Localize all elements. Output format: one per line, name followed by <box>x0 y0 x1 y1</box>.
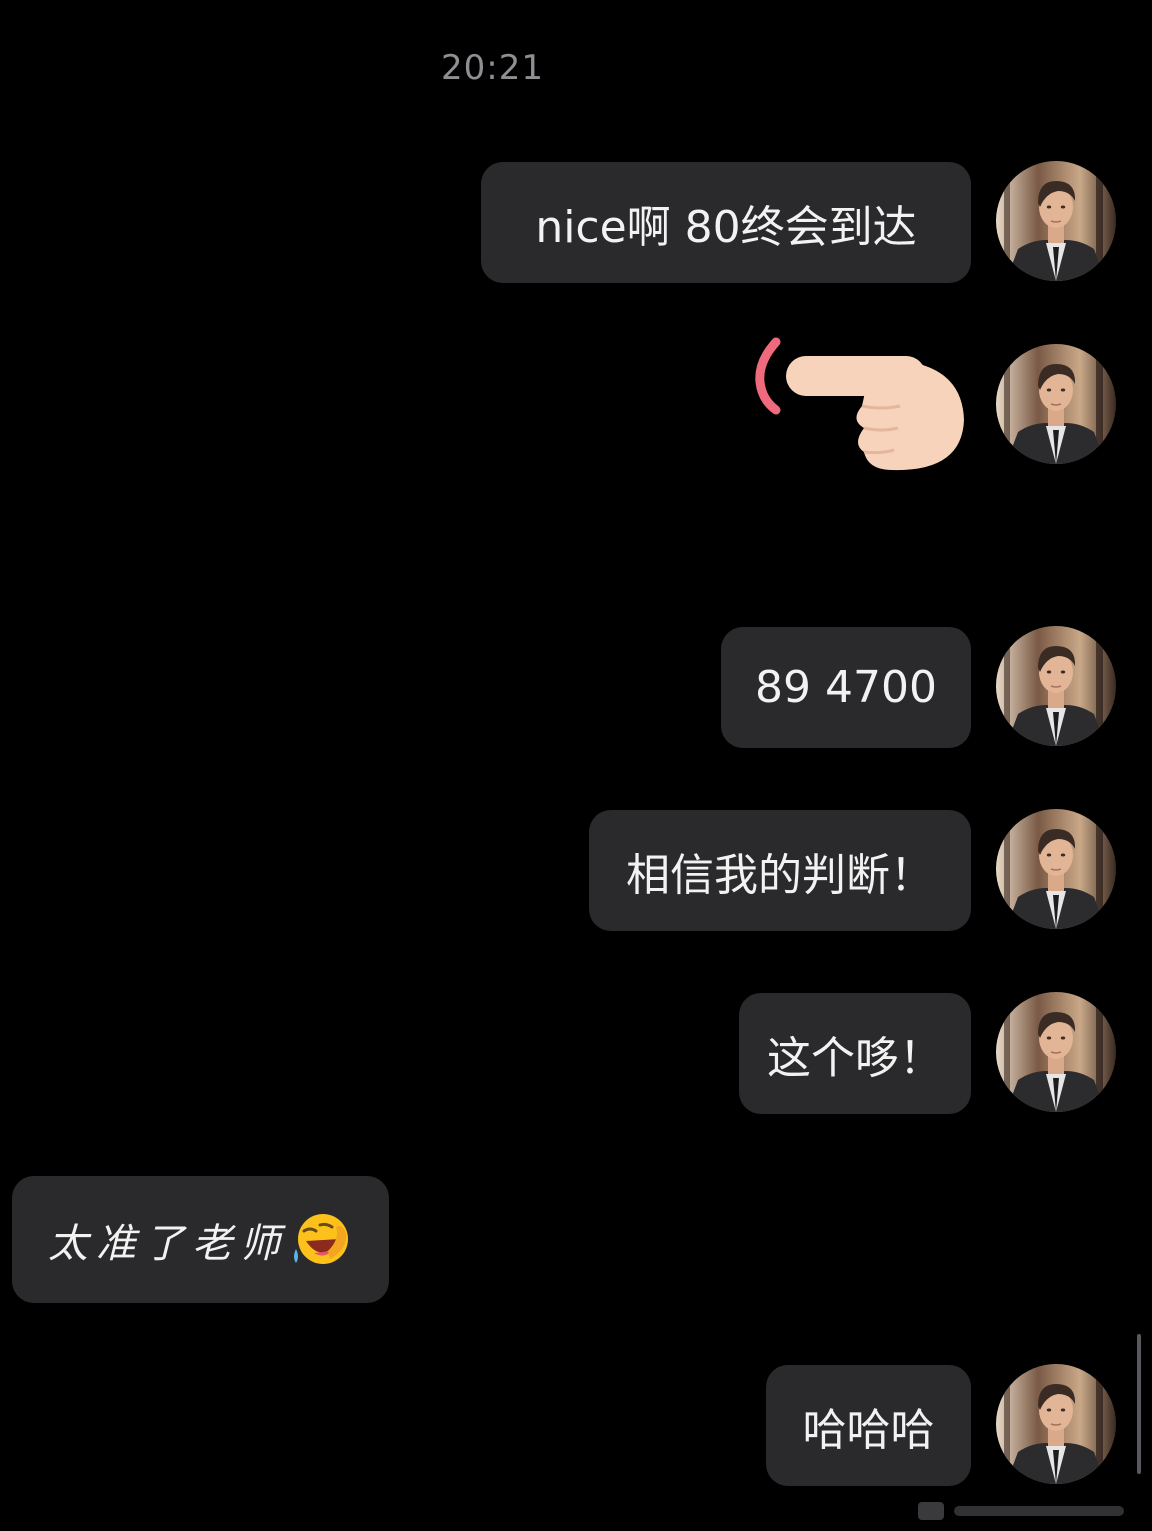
chat-timestamp: 20:21 <box>441 48 544 88</box>
avatar[interactable] <box>996 626 1116 746</box>
avatar[interactable] <box>996 161 1116 281</box>
message-text: 相信我的判断！ <box>626 849 934 901</box>
message-bubble-outgoing[interactable]: 相信我的判断！ <box>589 810 971 931</box>
message-bubble-outgoing[interactable]: 哈哈哈 <box>766 1365 971 1486</box>
pointing-finger-emoji[interactable] <box>752 336 968 476</box>
message-text: 89 4700 <box>755 662 937 713</box>
avatar[interactable] <box>996 344 1116 464</box>
avatar[interactable] <box>996 1364 1116 1484</box>
message-bubble-outgoing[interactable]: nice啊 80终会到达 <box>481 162 971 283</box>
avatar[interactable] <box>996 992 1116 1112</box>
message-text: nice啊 80终会到达 <box>535 201 917 253</box>
watermark-logo <box>918 1496 1138 1526</box>
message-bubble-outgoing[interactable]: 89 4700 <box>721 627 971 748</box>
message-bubble-incoming[interactable]: 太准了老师 <box>12 1176 389 1303</box>
message-text: 哈哈哈 <box>802 1404 935 1456</box>
message-text: 太准了老师 <box>48 1220 288 1267</box>
message-text: 这个哆！ <box>767 1032 943 1084</box>
message-bubble-outgoing[interactable]: 这个哆！ <box>739 993 971 1114</box>
scrollbar[interactable] <box>1137 1334 1141 1474</box>
avatar[interactable] <box>996 809 1116 929</box>
laughing-tears-emoji <box>290 1209 352 1271</box>
